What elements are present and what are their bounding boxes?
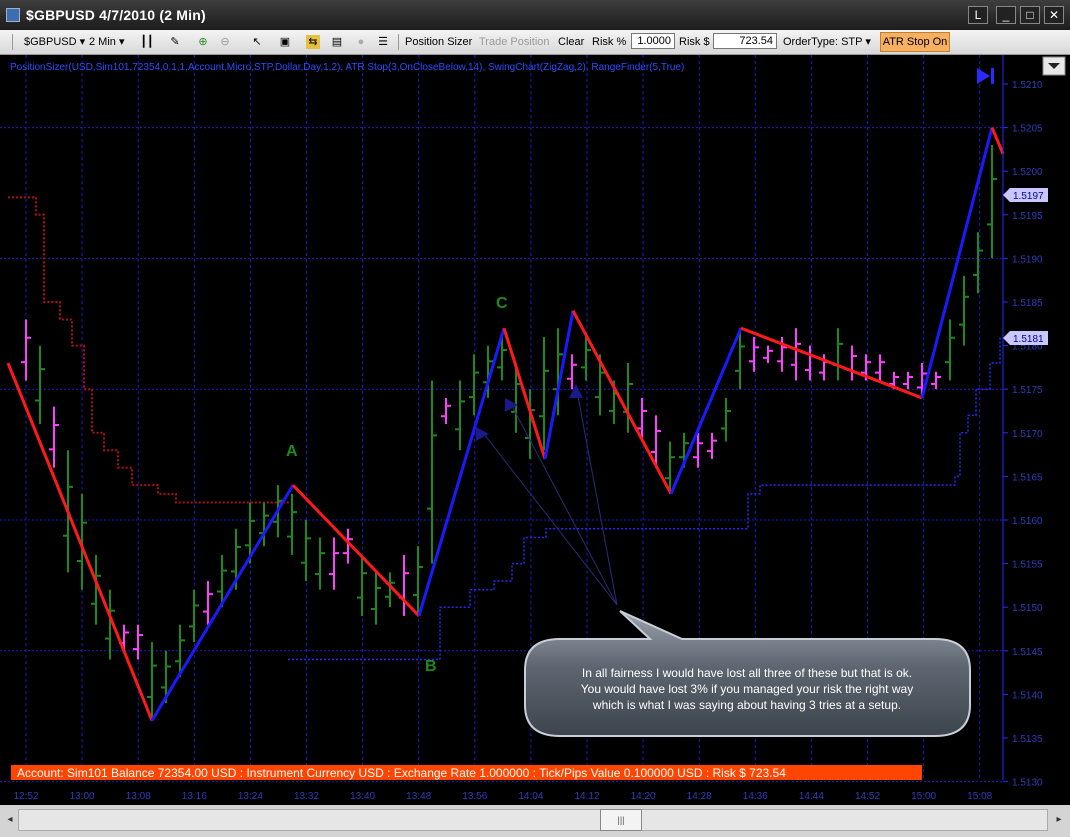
time-label: 13:00 xyxy=(70,791,95,802)
scroll-thumb[interactable]: ||| xyxy=(600,809,642,831)
order-type-selector[interactable]: OrderType: STP ▾ xyxy=(783,34,871,50)
price-label: 1.5135 xyxy=(1012,734,1043,745)
horizontal-scrollbar[interactable]: ◂ ||| ▸ xyxy=(0,805,1070,837)
time-label: 13:32 xyxy=(294,791,319,802)
interval-label: 2 Min xyxy=(89,36,116,48)
instrument-label: $GBPUSD xyxy=(24,36,77,48)
callout-line-1: In all fairness I would have lost all th… xyxy=(582,666,912,680)
chart-toolbar: $GBPUSD ▾ 2 Min ▾ ┃┃ ✎ ⊕ ⊖ ↖ ▣ ⇆ ▤ ● ☰ P… xyxy=(0,30,1070,55)
maximize-button[interactable]: □ xyxy=(1020,6,1040,24)
zoom-in-icon[interactable]: ⊕ xyxy=(196,35,210,49)
order-type-label: OrderType: STP xyxy=(783,36,863,48)
position-sizer-button[interactable]: Position Sizer xyxy=(405,34,472,50)
time-label: 13:40 xyxy=(350,791,375,802)
chart-panel: 1.5210 1.5205 1.5200 1.5195 1.5190 1.5185 1.51… xyxy=(0,55,1070,805)
price-label: 1.5140 xyxy=(1012,690,1043,701)
time-label: 14:52 xyxy=(855,791,880,802)
toolbar-grip xyxy=(12,34,13,50)
risk-usd-input[interactable] xyxy=(713,33,777,49)
scroll-right-icon[interactable]: ▸ xyxy=(1052,811,1066,829)
time-label: 13:56 xyxy=(462,791,487,802)
data-box-icon[interactable]: ▣ xyxy=(278,35,292,49)
price-label: 1.5205 xyxy=(1012,124,1043,135)
price-label: 1.5160 xyxy=(1012,516,1043,527)
risk-usd-label: Risk $ xyxy=(679,36,710,48)
zoom-out-icon[interactable]: ⊖ xyxy=(218,35,232,49)
risk-pct-input[interactable] xyxy=(631,33,675,49)
time-label: 13:24 xyxy=(238,791,263,802)
expand-panel-button[interactable] xyxy=(1042,56,1066,76)
svg-text:1.5181: 1.5181 xyxy=(1013,334,1044,345)
disabled-icon: ● xyxy=(357,36,365,48)
price-label: 1.5190 xyxy=(1012,254,1043,265)
price-label: 1.5165 xyxy=(1012,472,1043,483)
window-title: $GBPUSD 4/7/2010 (2 Min) xyxy=(26,7,206,23)
callout-line-3: which is what I was saying about having … xyxy=(592,698,901,712)
time-label: 15:08 xyxy=(967,791,992,802)
price-label: 1.5175 xyxy=(1012,385,1043,396)
time-label: 14:20 xyxy=(631,791,656,802)
l-button[interactable]: L xyxy=(968,6,988,24)
time-label: 14:36 xyxy=(743,791,768,802)
price-label: 1.5155 xyxy=(1012,560,1043,571)
cursor-pointer-icon[interactable]: ↖ xyxy=(250,35,264,49)
price-tag-2: 1.5181 xyxy=(1003,331,1048,345)
price-tag-1: 1.5197 xyxy=(1003,188,1048,202)
draw-pen-icon[interactable]: ✎ xyxy=(168,35,182,49)
scroll-track[interactable] xyxy=(18,809,1048,831)
strategy-icon[interactable]: ⇆ xyxy=(306,35,320,49)
price-label: 1.5185 xyxy=(1012,298,1043,309)
swing-label-c: C xyxy=(496,295,508,312)
atr-stop-button[interactable]: ATR Stop On xyxy=(880,32,950,52)
trade-position-button: Trade Position xyxy=(479,36,550,48)
time-label: 14:44 xyxy=(799,791,824,802)
time-label: 13:48 xyxy=(406,791,431,802)
chevron-down-icon: ▾ xyxy=(79,36,86,48)
account-info-bar: Account: Sim101 Balance 72354.00 USD : I… xyxy=(11,765,922,780)
minimize-button[interactable]: _ xyxy=(996,6,1016,24)
chevron-down-icon: ▾ xyxy=(118,36,125,48)
bar-type-icon[interactable]: ┃┃ xyxy=(140,35,154,49)
price-label: 1.5210 xyxy=(1012,80,1043,91)
scroll-left-icon[interactable]: ◂ xyxy=(3,811,17,829)
indicator-legend: PositionSizer(USD,Sim101,72354,0,1,1,Acc… xyxy=(10,62,684,73)
time-label: 12:52 xyxy=(13,791,38,802)
time-label: 14:04 xyxy=(518,791,543,802)
swing-label-b: B xyxy=(425,658,437,675)
svg-text:Account: Sim101 Balance 72354.: Account: Sim101 Balance 72354.00 USD : I… xyxy=(17,766,786,780)
app-icon xyxy=(6,8,20,22)
clear-button[interactable]: Clear xyxy=(558,34,584,50)
time-label: 14:28 xyxy=(687,791,712,802)
price-label: 1.5200 xyxy=(1012,167,1043,178)
time-label: 13:16 xyxy=(182,791,207,802)
price-label: 1.5195 xyxy=(1012,211,1043,222)
title-bar: $GBPUSD 4/7/2010 (2 Min) L _ □ ✕ xyxy=(0,0,1070,30)
svg-text:1.5197: 1.5197 xyxy=(1013,191,1044,202)
price-label: 1.5170 xyxy=(1012,429,1043,440)
time-label: 14:12 xyxy=(574,791,599,802)
price-label: 1.5150 xyxy=(1012,603,1043,614)
price-label: 1.5145 xyxy=(1012,647,1043,658)
toolbar-separator xyxy=(398,34,399,50)
chevron-down-icon: ▾ xyxy=(865,36,871,48)
time-label: 15:00 xyxy=(911,791,936,802)
callout-line-2: You would have lost 3% if you managed yo… xyxy=(581,682,913,696)
price-chart[interactable]: 1.5210 1.5205 1.5200 1.5195 1.5190 1.5185 1.51… xyxy=(0,55,1070,805)
indicator-icon[interactable]: ▤ xyxy=(330,35,344,49)
swing-label-a: A xyxy=(286,443,298,460)
time-label: 13:08 xyxy=(126,791,151,802)
risk-pct-label: Risk % xyxy=(592,36,627,48)
price-label: 1.5130 xyxy=(1012,778,1043,789)
interval-selector[interactable]: 2 Min ▾ xyxy=(89,34,125,50)
properties-icon[interactable]: ☰ xyxy=(376,35,390,49)
instrument-selector[interactable]: $GBPUSD ▾ xyxy=(24,34,85,50)
close-button[interactable]: ✕ xyxy=(1044,6,1064,24)
